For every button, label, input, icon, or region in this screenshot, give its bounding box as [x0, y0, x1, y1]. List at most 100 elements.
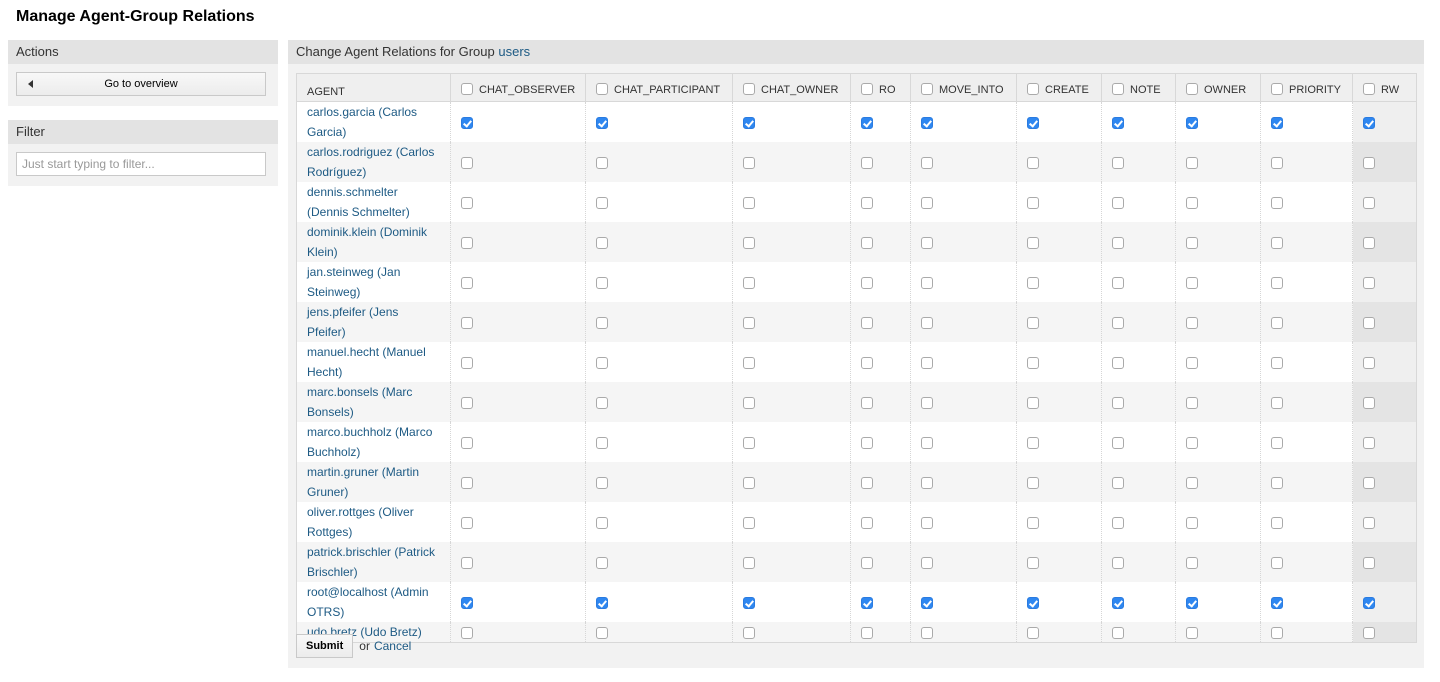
- chat-owner-checkbox[interactable]: [743, 276, 755, 289]
- chat-observer-checkbox[interactable]: [461, 396, 473, 409]
- ro-checkbox[interactable]: [861, 436, 873, 449]
- owner-checkbox[interactable]: [1186, 436, 1198, 449]
- ro-checkbox[interactable]: [861, 156, 873, 169]
- ro-checkbox[interactable]: [861, 476, 873, 489]
- move-into-checkbox[interactable]: [921, 276, 933, 289]
- chat-owner-checkbox[interactable]: [743, 356, 755, 369]
- priority-checkbox[interactable]: [1271, 116, 1283, 129]
- chat-participant-checkbox[interactable]: [596, 116, 608, 129]
- agent-link[interactable]: dominik.klein (Dominik Klein): [307, 225, 427, 259]
- chat-observer-checkbox[interactable]: [461, 116, 473, 129]
- agent-link[interactable]: carlos.garcia (Carlos Garcia): [307, 105, 417, 139]
- chat-participant-checkbox[interactable]: [596, 556, 608, 569]
- rw-checkbox[interactable]: [1363, 476, 1375, 489]
- priority-checkbox[interactable]: [1271, 156, 1283, 169]
- priority-checkbox[interactable]: [1271, 626, 1283, 639]
- move-into-checkbox[interactable]: [921, 196, 933, 209]
- move-into-checkbox[interactable]: [921, 356, 933, 369]
- note-checkbox[interactable]: [1112, 156, 1124, 169]
- create-checkbox[interactable]: [1027, 276, 1039, 289]
- agent-link[interactable]: root@localhost (Admin OTRS): [307, 585, 429, 619]
- rw-checkbox[interactable]: [1363, 196, 1375, 209]
- priority-checkbox[interactable]: [1271, 276, 1283, 289]
- agent-link[interactable]: oliver.rottges (Oliver Rottges): [307, 505, 414, 539]
- rw-checkbox[interactable]: [1363, 276, 1375, 289]
- move-into-checkbox[interactable]: [921, 156, 933, 169]
- filter-input[interactable]: [16, 152, 266, 176]
- note-checkbox[interactable]: [1112, 476, 1124, 489]
- move-into-checkbox[interactable]: [921, 516, 933, 529]
- chat-participant-checkbox[interactable]: [596, 236, 608, 249]
- ro-checkbox[interactable]: [861, 236, 873, 249]
- note-checkbox[interactable]: [1112, 396, 1124, 409]
- rw-checkbox[interactable]: [1363, 316, 1375, 329]
- submit-button[interactable]: Submit: [296, 634, 354, 658]
- select-all-owner-checkbox[interactable]: [1186, 83, 1198, 95]
- chat-participant-checkbox[interactable]: [596, 596, 608, 609]
- chat-owner-checkbox[interactable]: [743, 236, 755, 249]
- chat-observer-checkbox[interactable]: [461, 356, 473, 369]
- chat-observer-checkbox[interactable]: [461, 596, 473, 609]
- rw-checkbox[interactable]: [1363, 356, 1375, 369]
- owner-checkbox[interactable]: [1186, 596, 1198, 609]
- priority-checkbox[interactable]: [1271, 236, 1283, 249]
- agent-link[interactable]: carlos.rodriguez (Carlos Rodríguez): [307, 145, 434, 179]
- agent-link[interactable]: dennis.schmelter (Dennis Schmelter): [307, 185, 410, 219]
- create-checkbox[interactable]: [1027, 236, 1039, 249]
- ro-checkbox[interactable]: [861, 516, 873, 529]
- ro-checkbox[interactable]: [861, 396, 873, 409]
- select-all-rw-checkbox[interactable]: [1363, 83, 1375, 95]
- agent-link[interactable]: marc.bonsels (Marc Bonsels): [307, 385, 412, 419]
- agent-link[interactable]: manuel.hecht (Manuel Hecht): [307, 345, 426, 379]
- note-checkbox[interactable]: [1112, 276, 1124, 289]
- move-into-checkbox[interactable]: [921, 436, 933, 449]
- create-checkbox[interactable]: [1027, 626, 1039, 639]
- priority-checkbox[interactable]: [1271, 436, 1283, 449]
- chat-observer-checkbox[interactable]: [461, 626, 473, 639]
- create-checkbox[interactable]: [1027, 516, 1039, 529]
- create-checkbox[interactable]: [1027, 396, 1039, 409]
- note-checkbox[interactable]: [1112, 436, 1124, 449]
- priority-checkbox[interactable]: [1271, 476, 1283, 489]
- owner-checkbox[interactable]: [1186, 356, 1198, 369]
- select-all-note-checkbox[interactable]: [1112, 83, 1124, 95]
- rw-checkbox[interactable]: [1363, 516, 1375, 529]
- chat-owner-checkbox[interactable]: [743, 476, 755, 489]
- chat-observer-checkbox[interactable]: [461, 276, 473, 289]
- rw-checkbox[interactable]: [1363, 116, 1375, 129]
- create-checkbox[interactable]: [1027, 116, 1039, 129]
- agent-link[interactable]: martin.gruner (Martin Gruner): [307, 465, 419, 499]
- cancel-link[interactable]: Cancel: [374, 639, 411, 653]
- ro-checkbox[interactable]: [861, 316, 873, 329]
- ro-checkbox[interactable]: [861, 116, 873, 129]
- chat-observer-checkbox[interactable]: [461, 556, 473, 569]
- chat-observer-checkbox[interactable]: [461, 476, 473, 489]
- agent-link[interactable]: jan.steinweg (Jan Steinweg): [307, 265, 400, 299]
- move-into-checkbox[interactable]: [921, 626, 933, 639]
- chat-participant-checkbox[interactable]: [596, 626, 608, 639]
- chat-owner-checkbox[interactable]: [743, 436, 755, 449]
- chat-owner-checkbox[interactable]: [743, 396, 755, 409]
- chat-participant-checkbox[interactable]: [596, 156, 608, 169]
- note-checkbox[interactable]: [1112, 516, 1124, 529]
- select-all-priority-checkbox[interactable]: [1271, 83, 1283, 95]
- note-checkbox[interactable]: [1112, 116, 1124, 129]
- create-checkbox[interactable]: [1027, 596, 1039, 609]
- ro-checkbox[interactable]: [861, 276, 873, 289]
- note-checkbox[interactable]: [1112, 556, 1124, 569]
- chat-participant-checkbox[interactable]: [596, 276, 608, 289]
- select-all-move-into-checkbox[interactable]: [921, 83, 933, 95]
- priority-checkbox[interactable]: [1271, 596, 1283, 609]
- select-all-chat-participant-checkbox[interactable]: [596, 83, 608, 95]
- move-into-checkbox[interactable]: [921, 556, 933, 569]
- rw-checkbox[interactable]: [1363, 156, 1375, 169]
- priority-checkbox[interactable]: [1271, 396, 1283, 409]
- rw-checkbox[interactable]: [1363, 396, 1375, 409]
- owner-checkbox[interactable]: [1186, 476, 1198, 489]
- create-checkbox[interactable]: [1027, 476, 1039, 489]
- owner-checkbox[interactable]: [1186, 396, 1198, 409]
- chat-participant-checkbox[interactable]: [596, 356, 608, 369]
- agent-link[interactable]: patrick.brischler (Patrick Brischler): [307, 545, 435, 579]
- chat-owner-checkbox[interactable]: [743, 596, 755, 609]
- priority-checkbox[interactable]: [1271, 556, 1283, 569]
